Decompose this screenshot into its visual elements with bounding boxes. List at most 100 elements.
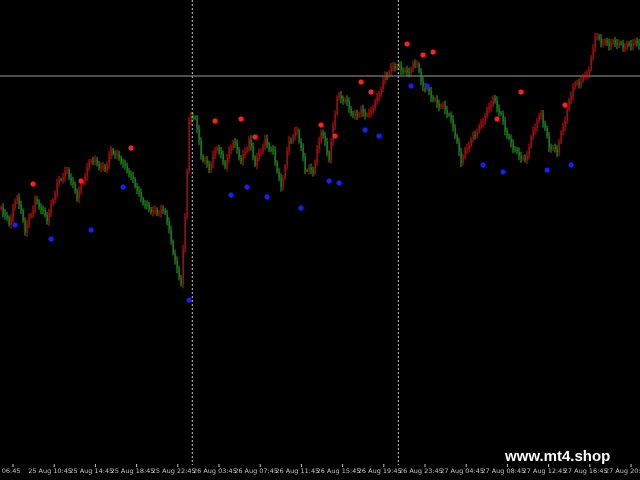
candle-body	[190, 116, 192, 121]
candle-body	[152, 210, 154, 213]
candle-body	[116, 153, 118, 155]
candle-body	[260, 151, 262, 153]
candle-body	[22, 210, 24, 221]
candle-body	[32, 209, 34, 215]
candle-body	[588, 70, 590, 75]
candle	[186, 168, 188, 220]
candle-body	[250, 139, 252, 146]
candle	[298, 128, 300, 144]
candle-body	[368, 112, 370, 115]
candle-body	[392, 66, 394, 68]
candle-body	[604, 40, 606, 43]
candle-body	[290, 140, 292, 142]
candle-body	[240, 157, 242, 162]
candle-body	[522, 157, 524, 159]
candle-body	[398, 65, 400, 67]
candle-body	[578, 82, 580, 85]
candle-body	[196, 118, 198, 130]
candle-body	[238, 149, 240, 158]
candle-body	[380, 88, 382, 95]
candle-body	[494, 97, 496, 101]
candle-body	[316, 149, 318, 162]
candle-body	[524, 157, 526, 160]
time-tick-label: 26 Aug 11:45	[275, 467, 319, 475]
candle-body	[540, 114, 542, 116]
candle	[418, 62, 420, 74]
candle-body	[336, 96, 338, 114]
candle-body	[310, 168, 312, 170]
peak-marker	[78, 178, 84, 184]
candle-body	[16, 197, 18, 202]
candle-body	[66, 169, 68, 172]
candle-body	[406, 69, 408, 72]
candle-body	[580, 80, 582, 85]
trough-marker	[326, 178, 332, 184]
trough-marker	[500, 169, 506, 175]
peak-marker	[332, 133, 338, 139]
candle-body	[622, 43, 624, 48]
time-tick-label: 27 Aug 16:45	[564, 467, 608, 475]
candle-body	[230, 147, 232, 151]
candle-body	[616, 43, 618, 45]
candle-body	[178, 268, 180, 278]
candle-body	[120, 157, 122, 163]
candle-body	[18, 197, 20, 205]
candle-body	[418, 63, 420, 72]
candle-body	[146, 204, 148, 206]
peak-marker	[318, 122, 324, 128]
candle-body	[556, 149, 558, 153]
candle-body	[94, 159, 96, 161]
candle-body	[520, 156, 522, 159]
candle-body	[430, 91, 432, 98]
candle-body	[270, 149, 272, 151]
candle-body	[504, 121, 506, 131]
candle-body	[594, 37, 596, 49]
trough-marker	[362, 127, 368, 133]
time-tick-label: 27 Aug 20:45	[605, 467, 640, 475]
candle-body	[224, 161, 226, 168]
candle-body	[90, 160, 92, 163]
candle-body	[104, 166, 106, 170]
candle-body	[410, 69, 412, 74]
candle-body	[428, 88, 430, 92]
candle-body	[326, 141, 328, 153]
candle-body	[614, 40, 616, 44]
trough-marker	[120, 184, 126, 190]
candle-body	[610, 42, 612, 47]
candle-body	[634, 40, 636, 44]
time-tick-label: 26 Aug 03:45	[193, 467, 237, 475]
candle-body	[6, 215, 8, 218]
candle-body	[296, 130, 298, 132]
candle-body	[624, 47, 626, 49]
candle-body	[176, 260, 178, 269]
trough-marker	[568, 162, 574, 168]
time-tick-label: 25 Aug 18:45	[111, 467, 155, 475]
candle-body	[536, 121, 538, 129]
candle-body	[194, 117, 196, 119]
candle-body	[276, 161, 278, 172]
candle-body	[618, 42, 620, 45]
candle	[560, 130, 562, 144]
candle-body	[496, 100, 498, 109]
candle-body	[396, 65, 398, 69]
candle-body	[262, 146, 264, 152]
candle-body	[206, 160, 208, 164]
candle-body	[142, 198, 144, 205]
candle-body	[508, 135, 510, 139]
peak-marker	[252, 134, 258, 140]
candle-body	[242, 154, 244, 162]
candle-body	[222, 154, 224, 162]
candle-body	[358, 113, 360, 116]
candle-body	[138, 190, 140, 193]
candle-body	[308, 168, 310, 171]
peak-marker	[562, 102, 568, 108]
candle-body	[620, 42, 622, 44]
candle-body	[286, 150, 288, 166]
candle-body	[438, 103, 440, 108]
candle-body	[366, 114, 368, 116]
candle-body	[470, 138, 472, 146]
candle	[314, 159, 316, 176]
candle-body	[602, 42, 604, 44]
candle-body	[434, 99, 436, 101]
candle-body	[342, 98, 344, 102]
